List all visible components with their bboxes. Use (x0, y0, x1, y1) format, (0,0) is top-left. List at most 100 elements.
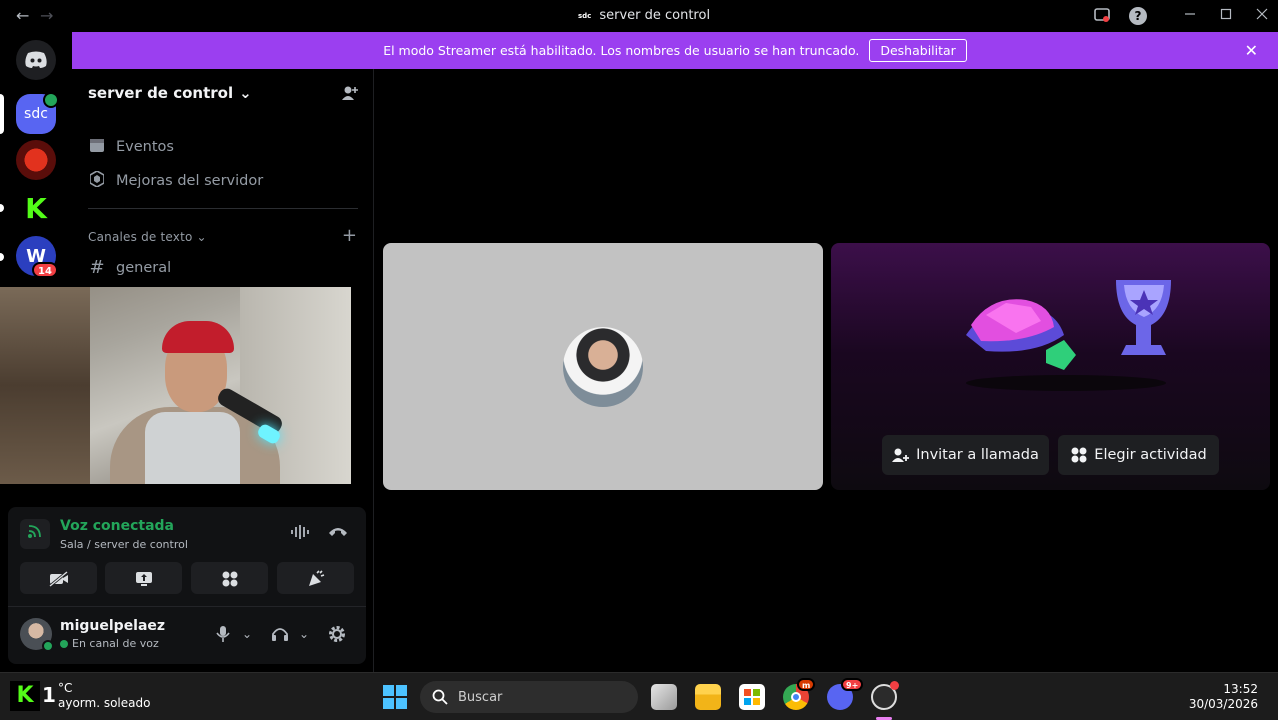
activities-icon (222, 571, 237, 586)
weather-widget[interactable]: K 1 °C ayorm. soleado (10, 681, 150, 711)
camera-off-button[interactable] (20, 562, 97, 594)
chrome-icon[interactable]: m (783, 678, 816, 710)
forward-arrow-icon[interactable]: → (40, 6, 53, 25)
participant-tile[interactable] (383, 243, 823, 490)
window-title-text: server de control (599, 8, 711, 23)
category-header[interactable]: Canales de texto ⌄ (88, 230, 207, 244)
task-view-icon[interactable] (651, 684, 677, 710)
mention-badge: 14 (32, 262, 58, 278)
sidebar-item-eventos[interactable]: Eventos (88, 137, 174, 157)
webcam-overlay (0, 287, 351, 484)
person-cap (162, 321, 234, 353)
chrome-badge: m (797, 678, 816, 691)
server-name: server de control (88, 84, 234, 102)
noise-suppression-icon[interactable] (291, 525, 309, 543)
mic-options-chevron-icon[interactable]: ⌄ (242, 627, 252, 641)
chevron-down-icon: ⌄ (196, 230, 207, 244)
activities-button[interactable] (191, 562, 268, 594)
taskbar-search[interactable]: Buscar (420, 681, 638, 713)
online-status-icon (42, 640, 54, 652)
kick-app-icon[interactable]: K (10, 681, 40, 711)
maximize-icon[interactable] (1217, 7, 1235, 25)
settings-gear-icon[interactable] (328, 625, 346, 647)
help-icon[interactable]: ? (1129, 7, 1147, 25)
camera-off-icon (48, 570, 68, 587)
sidebar-item-label: Eventos (116, 139, 174, 155)
clock-time: 13:52 (1223, 682, 1258, 696)
server-w-icon[interactable]: W 14 (16, 236, 58, 278)
headphones-icon[interactable] (271, 625, 289, 647)
channel-label: general (116, 259, 172, 276)
close-banner-icon[interactable]: ✕ (1245, 41, 1258, 60)
weather-temp: °C (58, 681, 73, 695)
user-status: En canal de voz (60, 637, 159, 650)
windows-taskbar: K 1 °C ayorm. soleado Buscar m 9+ 13:52 … (0, 672, 1278, 720)
window-title: sdc server de control (578, 8, 710, 23)
invite-people-icon[interactable] (341, 84, 359, 106)
voice-active-icon (43, 92, 59, 108)
streamer-mode-banner: El modo Streamer está habilitado. Los no… (72, 32, 1278, 69)
panel-divider (8, 606, 366, 607)
boost-icon (88, 170, 106, 191)
search-placeholder: Buscar (458, 689, 503, 705)
connection-signal-icon[interactable] (20, 519, 50, 549)
add-channel-icon[interactable]: + (342, 225, 357, 246)
invite-person-icon (892, 448, 910, 462)
choose-activity-button[interactable]: Elegir actividad (1058, 435, 1219, 475)
search-icon (432, 689, 448, 705)
back-arrow-icon[interactable]: ← (16, 6, 29, 25)
server-red-icon[interactable] (16, 140, 56, 180)
clock-date: 30/03/2026 (1188, 697, 1258, 711)
divider (88, 208, 358, 209)
calendar-icon (88, 137, 106, 157)
active-server-indicator (0, 94, 4, 134)
inbox-icon[interactable] (1093, 7, 1111, 25)
activity-invite-tile: Invitar a llamada Elegir actividad (831, 243, 1270, 490)
server-kick-icon[interactable]: K (16, 188, 56, 228)
discord-home-icon[interactable] (16, 40, 56, 80)
call-area: Invitar a llamada Elegir actividad (375, 69, 1278, 672)
discord-taskbar-icon[interactable]: 9+ (827, 678, 864, 710)
weather-condition: ayorm. soleado (58, 696, 151, 710)
category-label: Canales de texto (88, 230, 193, 244)
file-explorer-icon[interactable] (695, 684, 721, 710)
user-status-text: En canal de voz (72, 637, 159, 650)
invite-to-call-button[interactable]: Invitar a llamada (882, 435, 1049, 475)
title-bar: ← → sdc server de control ? (0, 0, 1278, 32)
sidebar-item-label: Mejoras del servidor (116, 173, 264, 189)
microsoft-store-icon[interactable] (739, 684, 765, 710)
microphone-icon[interactable] (216, 625, 230, 647)
disconnect-icon[interactable] (328, 525, 348, 541)
username[interactable]: miguelpelaez (60, 618, 165, 634)
sidebar-item-mejoras[interactable]: Mejoras del servidor (88, 170, 264, 191)
participant-avatar (563, 327, 643, 407)
soundboard-button[interactable] (277, 562, 354, 594)
obs-icon[interactable] (871, 681, 899, 710)
voice-status-icon (60, 639, 68, 648)
server-sdc-icon[interactable]: sdc (16, 92, 59, 134)
chevron-down-icon: ⌄ (239, 84, 252, 102)
trophy-illustration-icon (966, 280, 1171, 391)
server-mini-icon: sdc (578, 11, 592, 20)
activities-icon (1071, 447, 1087, 463)
windows-start-icon[interactable] (383, 685, 407, 709)
voice-status: Voz conectada (60, 518, 174, 534)
server-sdc-initials: sdc (24, 106, 48, 122)
share-screen-button[interactable] (105, 562, 182, 594)
hashtag-icon: # (89, 257, 105, 278)
background-shelf (0, 287, 90, 484)
voice-panel: Voz conectada Sala / server de control m… (8, 507, 366, 664)
audio-options-chevron-icon[interactable]: ⌄ (299, 627, 309, 641)
person-shirt (145, 412, 240, 484)
voice-location[interactable]: Sala / server de control (60, 538, 188, 551)
unread-indicator (0, 204, 4, 212)
close-window-icon[interactable] (1253, 7, 1271, 25)
minimize-icon[interactable] (1181, 7, 1199, 25)
taskbar-clock[interactable]: 13:52 30/03/2026 (1189, 682, 1258, 712)
invite-to-call-label: Invitar a llamada (916, 447, 1039, 463)
channel-general[interactable]: # general (88, 257, 171, 278)
choose-activity-label: Elegir actividad (1094, 447, 1207, 463)
server-header[interactable]: server de control ⌄ (88, 84, 252, 102)
disable-streamer-button[interactable]: Deshabilitar (869, 39, 967, 62)
discord-badge: 9+ (841, 678, 864, 691)
